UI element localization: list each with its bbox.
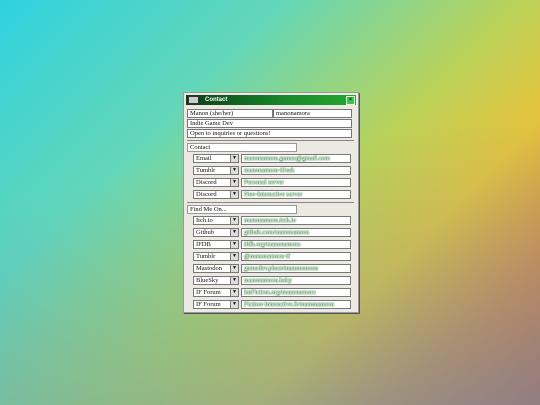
- platform-select[interactable]: BlueSky ▼: [193, 276, 239, 285]
- contact-type-select[interactable]: Discord ▼: [193, 178, 239, 187]
- divider: [187, 140, 354, 141]
- platform-link[interactable]: manonamora.bsky: [241, 276, 351, 285]
- contact-link[interactable]: manonamora-if/ask: [241, 166, 351, 175]
- chevron-down-icon[interactable]: ▼: [230, 217, 238, 224]
- select-value: BlueSky: [196, 277, 219, 284]
- contact-link[interactable]: Personal server: [241, 178, 351, 187]
- chevron-down-icon[interactable]: ▼: [230, 167, 238, 174]
- chevron-down-icon[interactable]: ▼: [230, 241, 238, 248]
- select-value: Itch.io: [196, 217, 213, 224]
- platform-link[interactable]: @manonamora-if: [241, 252, 351, 261]
- chevron-down-icon[interactable]: ▼: [230, 265, 238, 272]
- chevron-down-icon[interactable]: ▼: [230, 191, 238, 198]
- platform-select[interactable]: Github ▼: [193, 228, 239, 237]
- contact-section-label: Contact: [187, 143, 297, 152]
- chevron-down-icon[interactable]: ▼: [230, 253, 238, 260]
- close-icon: ×: [348, 97, 353, 103]
- findme-section-label: Find Me On...: [187, 205, 297, 214]
- status-field: Open to inquiries or questions!: [187, 129, 352, 138]
- platform-link[interactable]: Fiction-Interactive.fr/manonamora: [241, 300, 351, 309]
- platform-link[interactable]: manonamora.itch.io: [241, 216, 351, 225]
- chevron-down-icon[interactable]: ▼: [230, 229, 238, 236]
- platform-select[interactable]: Tumblr ▼: [193, 252, 239, 261]
- chevron-down-icon[interactable]: ▼: [230, 289, 238, 296]
- chevron-down-icon[interactable]: ▼: [230, 179, 238, 186]
- select-value: IFDB: [196, 241, 211, 248]
- platform-link[interactable]: github.com/manonamora: [241, 228, 351, 237]
- chevron-down-icon[interactable]: ▼: [230, 155, 238, 162]
- platform-link[interactable]: ifdb.org/manonamora: [241, 240, 351, 249]
- select-value: Discord: [196, 179, 217, 186]
- platform-select[interactable]: Mastodon ▼: [193, 264, 239, 273]
- platform-select[interactable]: IFDB ▼: [193, 240, 239, 249]
- contact-window: Contact × Manon (she/her) manonamora Ind…: [183, 92, 359, 313]
- role-field: Indie Game Dev: [187, 119, 352, 128]
- select-value: Discord: [196, 191, 217, 198]
- name-field: Manon (she/her): [187, 109, 273, 118]
- contact-link[interactable]: manonamora.games@gmail.com: [241, 154, 351, 163]
- contact-link[interactable]: Neo-Interactive server: [241, 190, 351, 199]
- handle-field: manonamora: [273, 109, 352, 118]
- select-value: IF Forum: [196, 301, 221, 308]
- contact-type-select[interactable]: Email ▼: [193, 154, 239, 163]
- select-value: Tumblr: [196, 167, 216, 174]
- window-title: Contact: [205, 97, 228, 103]
- divider: [187, 202, 354, 203]
- contact-type-select[interactable]: Tumblr ▼: [193, 166, 239, 175]
- title-bar[interactable]: Contact ×: [186, 95, 356, 105]
- select-value: Github: [196, 229, 215, 236]
- select-value: Mastodon: [196, 265, 222, 272]
- platform-link[interactable]: gamedev.place/manonamora: [241, 264, 351, 273]
- close-button[interactable]: ×: [346, 96, 355, 105]
- platform-select[interactable]: Itch.io ▼: [193, 216, 239, 225]
- contact-type-select[interactable]: Discord ▼: [193, 190, 239, 199]
- select-value: Email: [196, 155, 212, 162]
- platform-link[interactable]: IntFiction.org/manonamora: [241, 288, 351, 297]
- select-value: Tumblr: [196, 253, 216, 260]
- select-value: IF Forum: [196, 289, 221, 296]
- platform-select[interactable]: IF Forum ▼: [193, 288, 239, 297]
- window-icon: [188, 96, 199, 104]
- chevron-down-icon[interactable]: ▼: [230, 301, 238, 308]
- platform-select[interactable]: IF Forum ▼: [193, 300, 239, 309]
- chevron-down-icon[interactable]: ▼: [230, 277, 238, 284]
